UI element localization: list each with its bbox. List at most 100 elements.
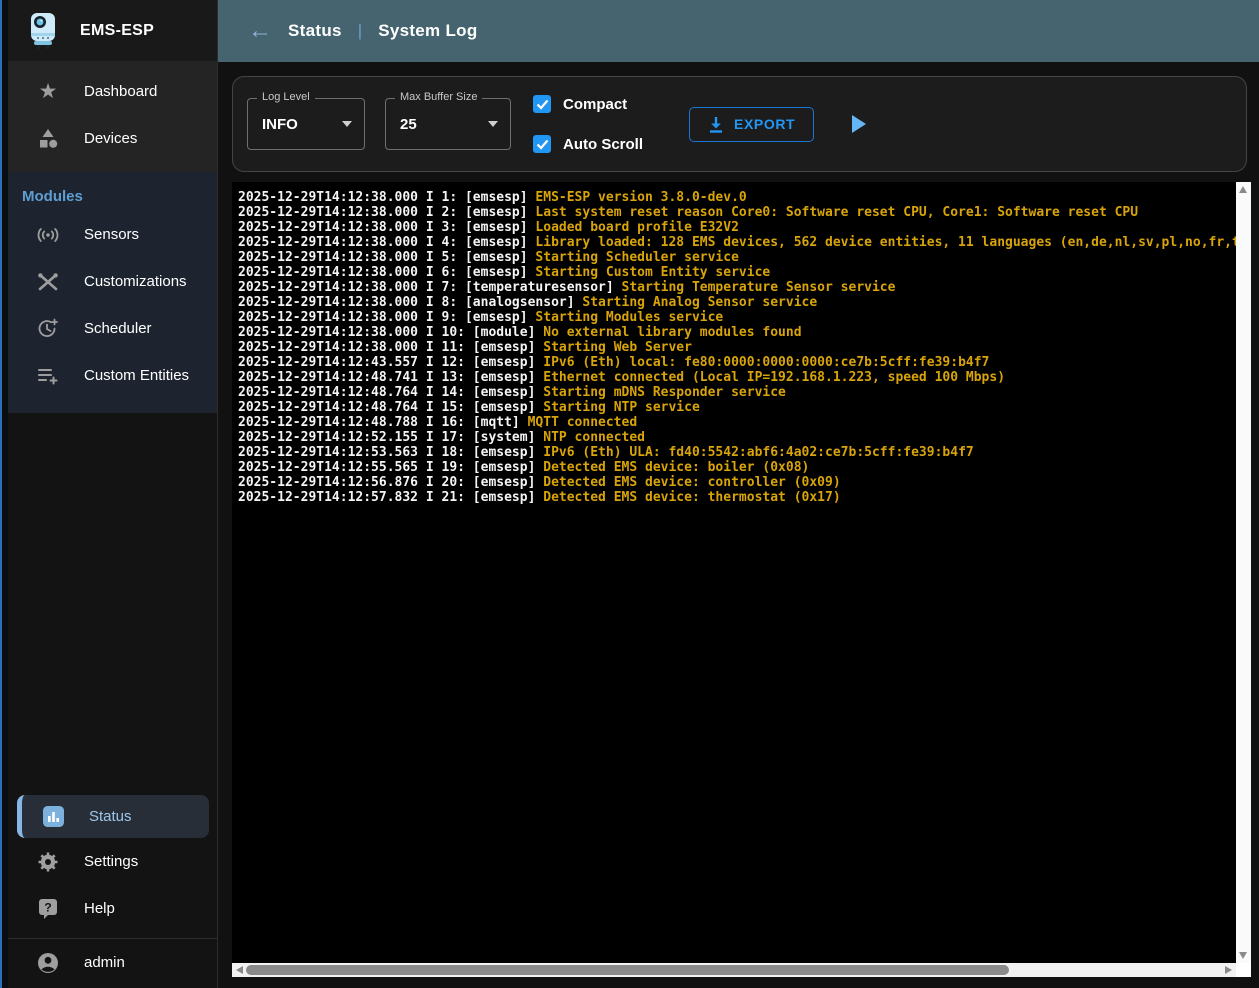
- log-line: 2025-12-29T14:12:53.563 I 18: [emsesp] I…: [238, 445, 1236, 460]
- scheduler-icon: [36, 318, 60, 339]
- log-line: 2025-12-29T14:12:38.000 I 3: [emsesp] Lo…: [238, 220, 1236, 235]
- boiler-logo-icon: [26, 11, 60, 51]
- app-logo-row: EMS-ESP: [8, 0, 217, 62]
- sidebar-item-label: Devices: [84, 130, 137, 147]
- sidebar-item-label: Scheduler: [84, 320, 152, 337]
- log-line: 2025-12-29T14:12:48.788 I 16: [mqtt] MQT…: [238, 415, 1236, 430]
- log-line: 2025-12-29T14:12:55.565 I 19: [emsesp] D…: [238, 460, 1236, 475]
- max-buffer-size-value: 25: [400, 116, 476, 133]
- bar-chart-icon: [41, 806, 65, 827]
- compact-checkbox-row[interactable]: Compact: [533, 95, 643, 113]
- header-separator: |: [352, 21, 368, 41]
- sidebar-item-label: Custom Entities: [84, 367, 189, 384]
- account-icon: [36, 952, 60, 974]
- app-title: EMS-ESP: [80, 22, 154, 40]
- scroll-up-icon[interactable]: [1239, 186, 1247, 193]
- app-header: ← Status | System Log: [218, 0, 1259, 62]
- scrollbar-corner: [1236, 963, 1251, 977]
- log-line: 2025-12-29T14:12:38.000 I 9: [emsesp] St…: [238, 310, 1236, 325]
- scroll-down-icon[interactable]: [1239, 952, 1247, 959]
- sidebar-item-label: Help: [84, 900, 115, 917]
- horizontal-scrollbar-thumb[interactable]: [246, 965, 1009, 975]
- sidebar-item-dashboard[interactable]: ★ Dashboard: [8, 68, 217, 115]
- sidebar-item-label: Status: [89, 808, 132, 825]
- log-line: 2025-12-29T14:12:38.000 I 5: [emsesp] St…: [238, 250, 1236, 265]
- log-line: 2025-12-29T14:12:38.000 I 10: [module] N…: [238, 325, 1236, 340]
- log-line: 2025-12-29T14:12:48.764 I 14: [emsesp] S…: [238, 385, 1236, 400]
- sidebar-item-customizations[interactable]: Customizations: [8, 258, 217, 305]
- page-content: Log Level INFO Max Buffer Size 25 Compac…: [218, 62, 1259, 988]
- auto-scroll-checkbox-row[interactable]: Auto Scroll: [533, 135, 643, 153]
- svg-text:?: ?: [44, 901, 51, 915]
- auto-scroll-label: Auto Scroll: [563, 136, 643, 153]
- export-button-label: EXPORT: [734, 116, 795, 132]
- log-line: 2025-12-29T14:12:56.876 I 20: [emsesp] D…: [238, 475, 1236, 490]
- sidebar-modules-section: Modules Sensors: [8, 172, 217, 413]
- sidebar-main-nav: ★ Dashboard Devices: [8, 62, 217, 172]
- sidebar-item-label: Customizations: [84, 273, 187, 290]
- sidebar-item-label: Dashboard: [84, 83, 157, 100]
- log-level-label: Log Level: [257, 91, 315, 103]
- vertical-scrollbar[interactable]: [1236, 182, 1251, 963]
- screen-edge-strip: [0, 0, 8, 988]
- log-line: 2025-12-29T14:12:38.000 I 2: [emsesp] La…: [238, 205, 1236, 220]
- log-line: 2025-12-29T14:12:48.741 I 13: [emsesp] E…: [238, 370, 1236, 385]
- sidebar-item-devices[interactable]: Devices: [8, 115, 217, 162]
- tools-icon: [36, 272, 60, 292]
- sidebar-item-custom-entities[interactable]: Custom Entities: [8, 352, 217, 399]
- page-title: System Log: [378, 21, 477, 41]
- log-controls-panel: Log Level INFO Max Buffer Size 25 Compac…: [232, 76, 1247, 172]
- log-line: 2025-12-29T14:12:38.000 I 1: [emsesp] EM…: [238, 190, 1236, 205]
- star-icon: ★: [36, 81, 60, 102]
- sidebar-item-label: Sensors: [84, 226, 139, 243]
- sidebar-spacer: [8, 413, 217, 795]
- log-level-value: INFO: [262, 116, 330, 133]
- log-line: 2025-12-29T14:12:38.000 I 4: [emsesp] Li…: [238, 235, 1236, 250]
- log-line: 2025-12-29T14:12:38.000 I 6: [emsesp] St…: [238, 265, 1236, 280]
- custom-entities-icon: [36, 367, 60, 385]
- horizontal-scrollbar[interactable]: [232, 963, 1236, 977]
- chevron-down-icon: [488, 121, 498, 127]
- modules-section-label: Modules: [8, 176, 217, 211]
- scroll-right-icon[interactable]: [1225, 966, 1232, 974]
- sidebar-item-help[interactable]: ? Help: [8, 885, 217, 932]
- log-line: 2025-12-29T14:12:48.764 I 15: [emsesp] S…: [238, 400, 1236, 415]
- system-log-viewer[interactable]: 2025-12-29T14:12:38.000 I 1: [emsesp] EM…: [232, 182, 1251, 977]
- log-level-select[interactable]: Log Level INFO: [247, 98, 365, 150]
- log-line: 2025-12-29T14:12:38.000 I 7: [temperatur…: [238, 280, 1236, 295]
- help-icon: ?: [36, 898, 60, 919]
- chevron-down-icon: [342, 121, 352, 127]
- gear-icon: [36, 851, 60, 873]
- header-section-title: Status: [288, 21, 342, 41]
- sidebar: EMS-ESP ★ Dashboard Devices Modules: [8, 0, 218, 988]
- max-buffer-size-select[interactable]: Max Buffer Size 25: [385, 98, 511, 150]
- log-line: 2025-12-29T14:12:38.000 I 8: [analogsens…: [238, 295, 1236, 310]
- log-line: 2025-12-29T14:12:57.832 I 21: [emsesp] D…: [238, 490, 1236, 505]
- sidebar-item-label: Settings: [84, 853, 138, 870]
- sidebar-item-label: admin: [84, 954, 125, 971]
- download-icon: [708, 116, 724, 133]
- sidebar-item-scheduler[interactable]: Scheduler: [8, 305, 217, 352]
- export-button[interactable]: EXPORT: [689, 107, 814, 142]
- back-arrow-icon[interactable]: ←: [248, 19, 278, 43]
- sidebar-item-admin[interactable]: admin: [8, 939, 217, 986]
- log-lines: 2025-12-29T14:12:38.000 I 1: [emsesp] EM…: [232, 182, 1236, 963]
- compact-checkbox[interactable]: [533, 95, 551, 113]
- log-line: 2025-12-29T14:12:43.557 I 12: [emsesp] I…: [238, 355, 1236, 370]
- app-root: EMS-ESP ★ Dashboard Devices Modules: [0, 0, 1259, 988]
- sidebar-item-status[interactable]: Status: [17, 795, 209, 838]
- main-column: ← Status | System Log Log Level INFO Max…: [218, 0, 1259, 988]
- checkbox-column: Compact Auto Scroll: [533, 95, 643, 153]
- auto-scroll-checkbox[interactable]: [533, 135, 551, 153]
- scroll-left-icon[interactable]: [236, 966, 243, 974]
- devices-icon: [36, 129, 60, 149]
- play-icon[interactable]: [852, 115, 866, 133]
- sidebar-bottom-nav: Status Settings: [8, 795, 217, 988]
- compact-label: Compact: [563, 96, 627, 113]
- log-line: 2025-12-29T14:12:38.000 I 11: [emsesp] S…: [238, 340, 1236, 355]
- log-line: 2025-12-29T14:12:52.155 I 17: [system] N…: [238, 430, 1236, 445]
- sensors-icon: [36, 227, 60, 243]
- sidebar-item-settings[interactable]: Settings: [8, 838, 217, 885]
- max-buffer-size-label: Max Buffer Size: [395, 91, 482, 103]
- sidebar-item-sensors[interactable]: Sensors: [8, 211, 217, 258]
